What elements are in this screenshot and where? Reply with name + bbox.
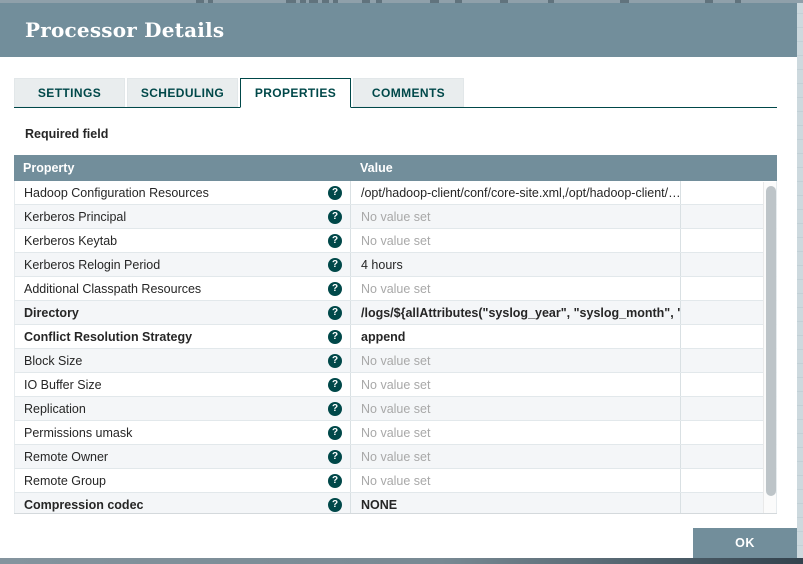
help-icon[interactable]: ? — [328, 233, 342, 248]
table-row[interactable]: Permissions umask? No value set — [14, 421, 777, 445]
table-row[interactable]: Hadoop Configuration Resources? /opt/had… — [14, 181, 777, 205]
table-row[interactable]: Kerberos Principal? No value set — [14, 205, 777, 229]
row-filler — [681, 229, 776, 252]
help-icon[interactable]: ? — [328, 425, 342, 440]
table-row[interactable]: Remote Group? No value set — [14, 469, 777, 493]
dialog-title: Processor Details — [25, 18, 225, 42]
table-row[interactable]: Compression codec? NONE — [14, 493, 777, 513]
tab-comments[interactable]: COMMENTS — [353, 78, 464, 107]
help-icon[interactable]: ? — [328, 281, 342, 296]
column-header-value: Value — [360, 161, 393, 175]
property-value: No value set — [351, 277, 681, 300]
property-name: IO Buffer Size — [24, 377, 102, 392]
property-name: Directory — [24, 305, 79, 320]
table-scrollbar[interactable] — [763, 182, 776, 513]
row-filler — [681, 421, 776, 444]
help-icon[interactable]: ? — [328, 401, 342, 416]
property-name: Remote Group — [24, 473, 106, 488]
tab-bar: SETTINGS SCHEDULING PROPERTIES COMMENTS — [14, 78, 777, 108]
property-name: Kerberos Principal — [24, 209, 127, 224]
property-value: No value set — [351, 373, 681, 396]
property-name: Compression codec — [24, 497, 144, 512]
processor-details-dialog: Processor Details SETTINGS SCHEDULING PR… — [0, 3, 797, 558]
help-icon[interactable]: ? — [328, 257, 342, 272]
column-header-property: Property — [23, 161, 75, 175]
property-value: No value set — [351, 397, 681, 420]
property-value: No value set — [351, 349, 681, 372]
dialog-header: Processor Details — [0, 3, 797, 57]
row-filler — [681, 397, 776, 420]
table-row[interactable]: Conflict Resolution Strategy? append — [14, 325, 777, 349]
dialog-bottom-edge — [0, 558, 803, 564]
property-value: /opt/hadoop-client/conf/core-site.xml,/o… — [351, 181, 681, 204]
table-row[interactable]: IO Buffer Size? No value set — [14, 373, 777, 397]
property-name: Kerberos Keytab — [24, 233, 118, 248]
row-filler — [681, 349, 776, 372]
table-header-row: Property Value — [14, 155, 777, 181]
tab-properties[interactable]: PROPERTIES — [240, 78, 351, 108]
property-value: No value set — [351, 229, 681, 252]
property-name: Hadoop Configuration Resources — [24, 185, 209, 200]
row-filler — [681, 277, 776, 300]
help-icon[interactable]: ? — [328, 305, 342, 320]
property-value: No value set — [351, 421, 681, 444]
property-value: No value set — [351, 205, 681, 228]
properties-table: Property Value Hadoop Configuration Reso… — [14, 155, 777, 514]
property-name: Block Size — [24, 353, 83, 368]
table-row[interactable]: Remote Owner? No value set — [14, 445, 777, 469]
property-value: NONE — [351, 493, 681, 513]
help-icon[interactable]: ? — [328, 329, 342, 344]
property-name: Permissions umask — [24, 425, 133, 440]
row-filler — [681, 373, 776, 396]
row-filler — [681, 469, 776, 492]
property-name: Kerberos Relogin Period — [24, 257, 161, 272]
help-icon[interactable]: ? — [328, 449, 342, 464]
table-row[interactable]: Replication? No value set — [14, 397, 777, 421]
tab-scheduling[interactable]: SCHEDULING — [127, 78, 238, 107]
help-icon[interactable]: ? — [328, 497, 342, 512]
row-filler — [681, 181, 776, 204]
property-value: /logs/${allAttributes("syslog_year", "sy… — [351, 301, 681, 324]
table-row[interactable]: Kerberos Keytab? No value set — [14, 229, 777, 253]
property-name: Additional Classpath Resources — [24, 281, 202, 296]
property-name: Replication — [24, 401, 86, 416]
row-filler — [681, 253, 776, 276]
row-filler — [681, 205, 776, 228]
table-row[interactable]: Block Size? No value set — [14, 349, 777, 373]
property-name: Conflict Resolution Strategy — [24, 329, 193, 344]
property-value: No value set — [351, 469, 681, 492]
table-row[interactable]: Directory? /logs/${allAttributes("syslog… — [14, 301, 777, 325]
row-filler — [681, 445, 776, 468]
help-icon[interactable]: ? — [328, 185, 342, 200]
property-value: append — [351, 325, 681, 348]
scrollbar-thumb[interactable] — [766, 186, 776, 496]
table-row[interactable]: Additional Classpath Resources? No value… — [14, 277, 777, 301]
property-value: No value set — [351, 445, 681, 468]
help-icon[interactable]: ? — [328, 473, 342, 488]
property-name: Remote Owner — [24, 449, 109, 464]
tab-settings[interactable]: SETTINGS — [14, 78, 125, 107]
table-row[interactable]: Kerberos Relogin Period? 4 hours — [14, 253, 777, 277]
help-icon[interactable]: ? — [328, 377, 342, 392]
row-filler — [681, 325, 776, 348]
help-icon[interactable]: ? — [328, 353, 342, 368]
help-icon[interactable]: ? — [328, 209, 342, 224]
required-field-label: Required field — [25, 127, 109, 141]
row-filler — [681, 493, 776, 513]
row-filler — [681, 301, 776, 324]
ok-button[interactable]: OK — [693, 528, 797, 558]
property-value: 4 hours — [351, 253, 681, 276]
